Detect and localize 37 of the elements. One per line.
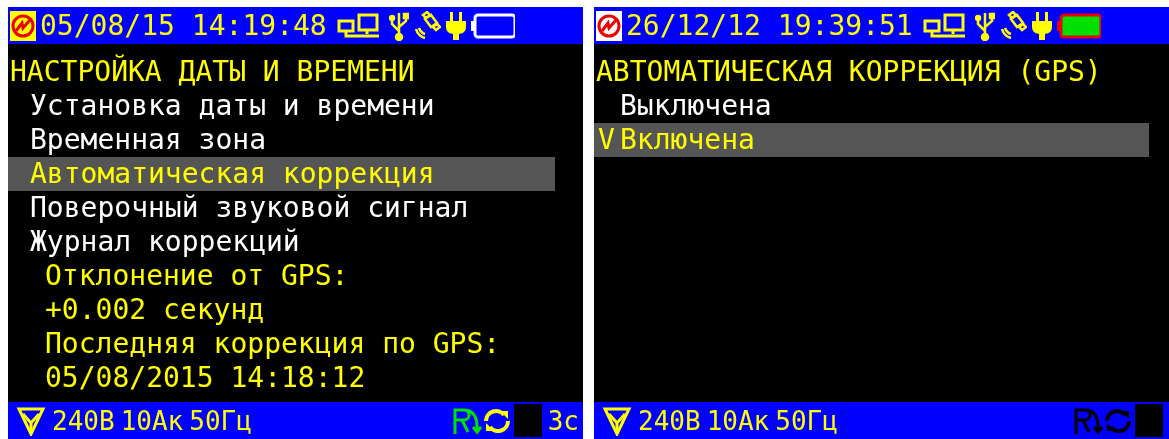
- timer-text: 3с: [547, 407, 579, 434]
- usb-icon: [974, 10, 995, 41]
- voltage-text: 240В: [638, 407, 701, 434]
- frequency-text: 50Гц: [775, 407, 838, 434]
- menu-item[interactable]: Временная зона: [8, 123, 555, 157]
- usb-icon: [388, 10, 409, 41]
- filter-icon: [602, 405, 632, 436]
- frequency-text: 50Гц: [189, 407, 252, 434]
- status-block: [1135, 404, 1163, 437]
- satellite-icon: [412, 10, 441, 41]
- filter-icon: [16, 405, 46, 436]
- check-mark: V: [597, 123, 616, 157]
- date-text: 05/08/15: [40, 11, 175, 40]
- menu-item[interactable]: Журнал коррекций: [8, 225, 555, 259]
- info-text: Последняя коррекция по GPS:: [44, 327, 502, 361]
- option-item[interactable]: Выключена: [594, 89, 1149, 123]
- time-text: 19:39:51: [777, 11, 913, 40]
- info-text: 05/08/2015 14:18:12: [44, 361, 367, 395]
- time-text: 14:19:48: [191, 11, 327, 40]
- screen-title: АВТОМАТИЧЕСКАЯ КОРРЕКЦИЯ (GPS): [595, 55, 1103, 89]
- menu-item[interactable]: Установка даты и времени: [8, 89, 555, 123]
- refresh-icon: [1103, 406, 1133, 435]
- plug-icon: [444, 10, 467, 41]
- date-text: 26/12/12: [626, 11, 761, 40]
- info-text: Отклонение от GPS:: [44, 259, 350, 293]
- screen-title: НАСТРОЙКА ДАТЫ И ВРЕМЕНИ: [9, 55, 416, 89]
- menu-item[interactable]: Поверочный звуковой сигнал: [8, 191, 555, 225]
- option-item[interactable]: V Включена: [594, 123, 1149, 157]
- menu-item[interactable]: Автоматическая коррекция: [8, 157, 555, 191]
- info-text: +0.002 секунд: [44, 293, 266, 327]
- status-block: [513, 404, 542, 437]
- voltage-text: 240В: [52, 407, 115, 434]
- refresh-icon: [481, 406, 512, 435]
- plug-icon: [1030, 10, 1053, 41]
- satellite-icon: [998, 10, 1027, 41]
- current-text: 10Ак: [120, 407, 184, 434]
- current-text: 10Ак: [706, 407, 770, 434]
